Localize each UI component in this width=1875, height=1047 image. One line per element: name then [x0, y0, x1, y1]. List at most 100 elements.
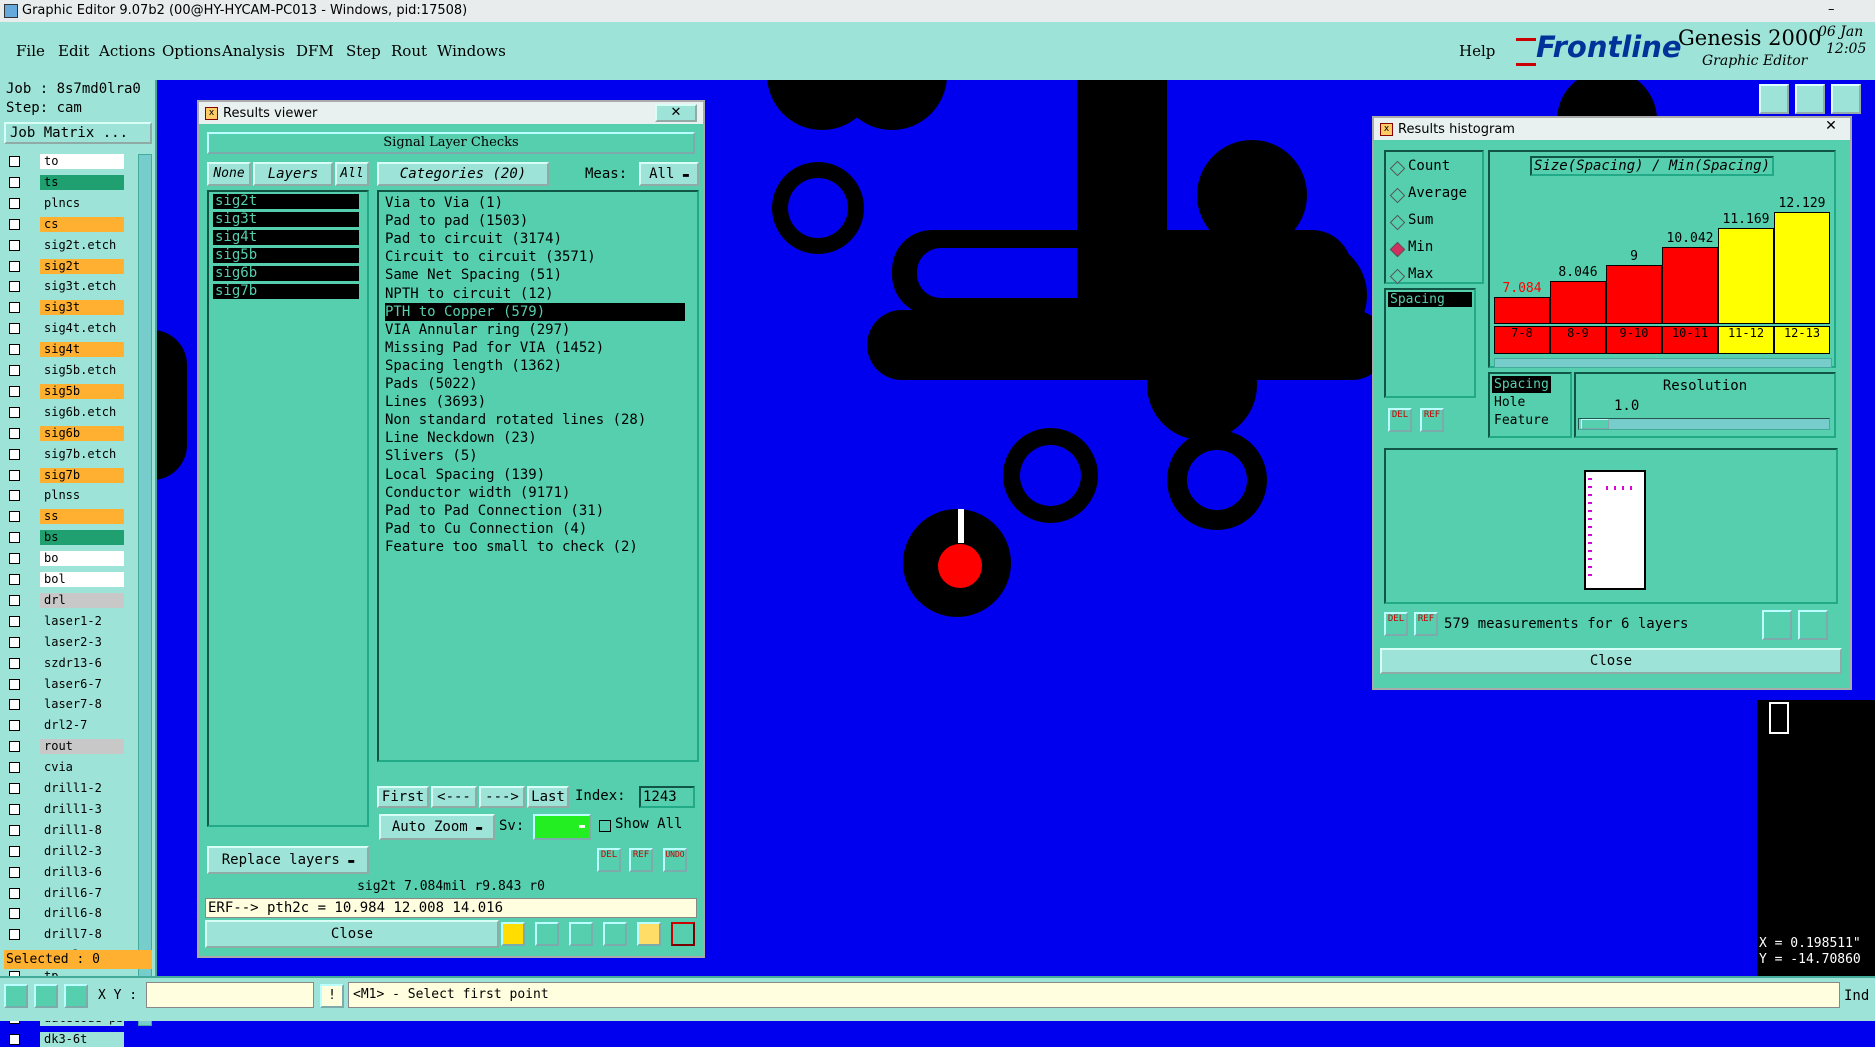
- layer-row[interactable]: laser1-2: [6, 613, 124, 629]
- category-item[interactable]: Via to Via (1): [385, 194, 503, 212]
- layer-name[interactable]: bs: [40, 530, 124, 546]
- layer-row[interactable]: drill2-3: [6, 843, 124, 859]
- warning-icon[interactable]: !: [320, 984, 344, 1008]
- layer-row[interactable]: cs: [6, 216, 124, 232]
- layer-checkbox[interactable]: [9, 636, 20, 648]
- layer-checkbox[interactable]: [9, 929, 20, 941]
- layer-row[interactable]: sig7b: [6, 467, 124, 483]
- viewer-layer-item[interactable]: sig4t: [213, 230, 359, 245]
- undo-icon[interactable]: UNDO: [663, 848, 687, 872]
- category-item[interactable]: Line Neckdown (23): [385, 429, 537, 447]
- layer-checkbox[interactable]: [9, 678, 20, 690]
- menu-actions[interactable]: Actions: [99, 42, 155, 60]
- category-item[interactable]: Slivers (5): [385, 447, 478, 465]
- layer-row[interactable]: bol: [6, 572, 124, 587]
- layer-checkbox[interactable]: [9, 741, 20, 753]
- histogram-mode-radio[interactable]: Sum: [1389, 212, 1480, 232]
- layer-name[interactable]: rout: [40, 739, 124, 755]
- layer-checkbox[interactable]: [9, 615, 20, 627]
- layer-checkbox[interactable]: [9, 469, 20, 481]
- layer-checkbox[interactable]: [9, 594, 20, 606]
- category-item[interactable]: VIA Annular ring (297): [385, 321, 570, 339]
- histogram-bar[interactable]: [1662, 247, 1718, 324]
- histogram-bar[interactable]: [1606, 264, 1662, 324]
- layers-list[interactable]: sig2t sig3t sig4t sig5b sig6b sig7b: [207, 190, 369, 827]
- category-item[interactable]: Missing Pad for VIA (1452): [385, 339, 604, 357]
- all-layers-button[interactable]: All: [335, 162, 369, 186]
- layer-name[interactable]: sig6b: [40, 425, 124, 441]
- layer-row[interactable]: plnss: [6, 488, 124, 504]
- layer-checkbox[interactable]: [9, 406, 20, 418]
- layer-checkbox[interactable]: [9, 323, 20, 335]
- resolution-slider-thumb[interactable]: [1581, 419, 1609, 429]
- zoom-board-icon[interactable]: [1762, 610, 1792, 640]
- layer-row[interactable]: sig5b.etch: [6, 363, 124, 378]
- category-item[interactable]: NPTH to circuit (12): [385, 285, 554, 303]
- show-all-checkbox[interactable]: [599, 820, 611, 832]
- layer-row[interactable]: sig6b.etch: [6, 404, 124, 420]
- window-close-x-icon[interactable]: x: [205, 107, 218, 120]
- layer-checkbox[interactable]: [9, 657, 20, 669]
- layer-row[interactable]: to: [6, 154, 124, 169]
- layer-checkbox[interactable]: [9, 574, 20, 585]
- layer-name[interactable]: drill1-8: [40, 822, 124, 838]
- layer-row[interactable]: sig4t.etch: [6, 321, 124, 337]
- layer-row[interactable]: drill3-6: [6, 864, 124, 880]
- histogram-measure-item[interactable]: Spacing: [1388, 292, 1472, 307]
- category-item[interactable]: Pads (5022): [385, 375, 478, 393]
- histogram-option-item[interactable]: Hole: [1492, 394, 1527, 411]
- index-input[interactable]: 1243: [639, 786, 695, 808]
- layer-name[interactable]: drl: [40, 592, 124, 608]
- layer-checkbox[interactable]: [9, 532, 20, 544]
- layer-name[interactable]: sig5b.etch: [40, 363, 124, 378]
- tool-measure-icon[interactable]: [34, 984, 58, 1008]
- layer-name[interactable]: laser7-8: [40, 697, 124, 713]
- next-button[interactable]: --->: [479, 786, 525, 808]
- layer-checkbox[interactable]: [9, 260, 20, 272]
- layer-row[interactable]: drill1-8: [6, 822, 124, 838]
- layer-name[interactable]: bo: [40, 551, 124, 567]
- layer-checkbox[interactable]: [9, 239, 20, 251]
- layer-checkbox[interactable]: [9, 427, 20, 439]
- xy-input[interactable]: [146, 982, 314, 1008]
- menu-edit[interactable]: Edit: [58, 42, 89, 60]
- erase-icon[interactable]: [535, 922, 559, 946]
- viewer-layer-item[interactable]: sig7b: [213, 284, 359, 299]
- histogram-del-icon[interactable]: DEL: [1388, 408, 1412, 432]
- layer-name[interactable]: drill1-3: [40, 801, 124, 817]
- results-viewer-close-x[interactable]: ✕: [655, 104, 697, 122]
- layer-checkbox[interactable]: [9, 385, 20, 397]
- results-histogram-close-x[interactable]: ✕: [1814, 118, 1848, 136]
- sv-color-dropdown[interactable]: ▬: [533, 814, 591, 840]
- histogram-options-list[interactable]: Spacing Hole Feature: [1488, 372, 1572, 438]
- numbers-icon[interactable]: [603, 922, 627, 946]
- histogram-close-button[interactable]: Close: [1380, 648, 1842, 674]
- layer-checkbox[interactable]: [9, 197, 20, 209]
- categories-list[interactable]: Via to Via (1) Pad to pad (1503) Pad to ci…: [377, 190, 699, 762]
- layer-name[interactable]: sig4t: [40, 342, 124, 358]
- layer-checkbox[interactable]: [9, 845, 20, 857]
- layer-row[interactable]: ss: [6, 509, 124, 525]
- ref-icon[interactable]: REF: [629, 848, 653, 872]
- layer-name[interactable]: sig7b: [40, 467, 124, 483]
- layer-name[interactable]: ts: [40, 174, 124, 190]
- histogram-mode-radio[interactable]: Count: [1389, 158, 1480, 178]
- layer-name[interactable]: sig4t.etch: [40, 321, 124, 337]
- layer-row[interactable]: drill1-3: [6, 801, 124, 817]
- layer-row[interactable]: ts: [6, 174, 124, 190]
- layer-name[interactable]: drill6-7: [40, 885, 124, 901]
- layer-name[interactable]: sig3t: [40, 300, 124, 316]
- histogram-ref-icon[interactable]: REF: [1420, 408, 1444, 432]
- menu-dfm[interactable]: DFM: [296, 42, 334, 60]
- layer-row[interactable]: sig2t.etch: [6, 237, 124, 253]
- layer-checkbox[interactable]: [9, 156, 20, 167]
- layer-checkbox[interactable]: [9, 720, 20, 732]
- report-icon[interactable]: [637, 922, 661, 946]
- histogram-scrollbar[interactable]: [1494, 358, 1832, 368]
- layer-row[interactable]: drill7-8: [6, 927, 124, 943]
- job-matrix-button[interactable]: Job Matrix ...: [4, 122, 152, 144]
- auto-zoom-dropdown[interactable]: Auto Zoom ▬: [379, 814, 495, 840]
- layer-checkbox[interactable]: [9, 218, 20, 230]
- layer-checkbox[interactable]: [9, 908, 20, 920]
- layer-name[interactable]: bol: [40, 572, 124, 587]
